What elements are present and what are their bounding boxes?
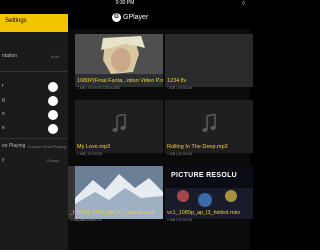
media-title: 1080P(Final Fanta...otion Video P.mp4: [77, 78, 163, 84]
divider: [0, 71, 68, 72]
app-name: GPlayer: [123, 13, 149, 21]
media-meta: 1 MB | 00:00:08: [167, 218, 192, 222]
media-title: 1234.flv: [167, 78, 187, 84]
setting-label: e: [2, 125, 5, 131]
setting-toggle-row[interactable]: r: [0, 80, 68, 94]
setting-label: y: [2, 157, 5, 163]
app-brand: G GPlayer: [112, 10, 148, 24]
toggle-switch[interactable]: [48, 124, 58, 134]
setting-theme[interactable]: y Glossy: [0, 154, 68, 168]
toggle-switch[interactable]: [48, 110, 58, 120]
media-meta: 1 MB | 00:00:08: [167, 152, 192, 156]
toggle-switch[interactable]: [48, 96, 58, 106]
setting-label: eo Playing: [2, 143, 26, 149]
media-tile[interactable]: My Love.mp3 1 MB | 00:00:08: [75, 100, 163, 160]
media-tile[interactable]: Rolling In The Deep.mp3 1 MB | 00:00:08: [165, 100, 253, 160]
divider: [0, 138, 68, 139]
setting-label: ntation: [2, 53, 18, 59]
setting-toggle-row[interactable]: e: [0, 122, 68, 136]
media-tile[interactable]: PICTURE RESOLU vc1_1080p_ap_l3_hddvd.mkv…: [165, 166, 253, 226]
status-time: 9:30 PM: [115, 0, 135, 6]
media-tile[interactable]: 1234.flv 1 MB | 00:00:08: [165, 34, 253, 94]
status-bar: 9:30 PM ⌔: [0, 0, 250, 7]
app-logo-icon: G: [112, 12, 121, 22]
media-title: Rolling In The Deep.mp3: [167, 144, 228, 150]
media-tile[interactable]: 1080P(Final Fanta...otion Video P.mp4 1 …: [75, 34, 163, 94]
setting-toggle-row[interactable]: g: [0, 94, 68, 108]
media-title: My Love.mp3: [77, 144, 111, 150]
media-meta: 1 MB | 00:00:08: [77, 218, 102, 222]
setting-value: Glossy: [46, 158, 59, 163]
settings-header: Settings: [0, 14, 68, 32]
media-grid: 1080P(Final Fanta...otion Video P.mp4 1 …: [68, 29, 253, 250]
music-note-icon: [112, 114, 126, 132]
setting-label: g: [2, 97, 5, 103]
setting-video-playing[interactable]: eo Playing Choose What Playing: [0, 140, 68, 154]
media-title: h264_720p_hp_5.1_planet.mp4: [77, 210, 155, 216]
setting-label: r: [2, 83, 4, 89]
media-meta: 1 MB | 00:00:08 1920x1080: [77, 86, 120, 90]
setting-label: e: [2, 111, 5, 117]
setting-orientation[interactable]: ntation Auto: [0, 50, 68, 64]
settings-panel: Settings ntation Auto r g e e eo Playing…: [0, 14, 68, 250]
media-meta: 1 MB | 00:00:08: [77, 152, 102, 156]
media-tile[interactable]: h264_720p_hp_5.1_planet.mp4 1 MB | 00:00…: [75, 166, 163, 226]
setting-value: Choose What Playing: [27, 144, 66, 149]
setting-toggle-row[interactable]: e: [0, 108, 68, 122]
overlay-title: PICTURE RESOLU: [171, 172, 238, 179]
media-title: vc1_1080p_ap_l3_hddvd.mkv: [167, 210, 241, 216]
toggle-switch[interactable]: [48, 82, 58, 92]
settings-title: Settings: [5, 18, 27, 24]
media-meta: 1 MB | 00:00:08: [167, 86, 192, 90]
setting-value: Auto: [50, 54, 59, 59]
music-note-icon: [202, 114, 216, 132]
